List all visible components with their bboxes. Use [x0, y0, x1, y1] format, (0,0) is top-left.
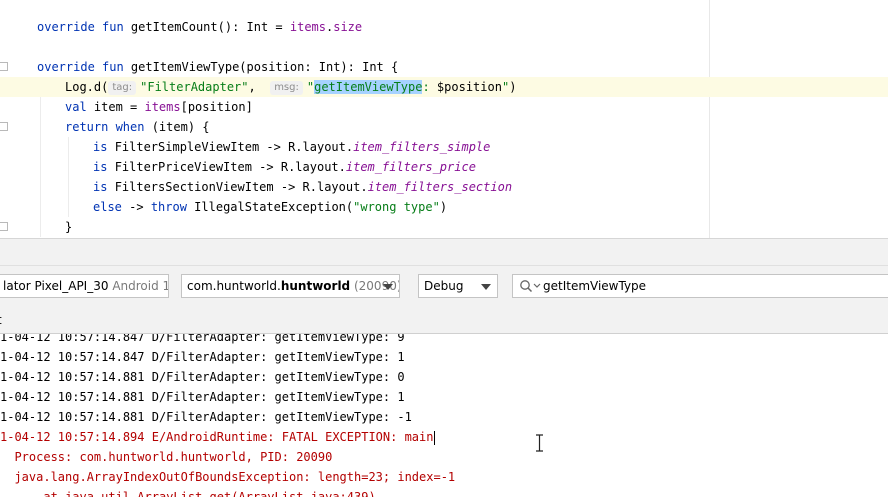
process-name: huntworld: [280, 279, 351, 293]
logcat-toolbar: lator Pixel_API_30 Android 1 com.huntwor…: [0, 266, 888, 306]
code-token: override fun: [37, 60, 131, 74]
code-token: items: [144, 100, 181, 114]
code-token: }: [65, 220, 73, 234]
code-token: override fun: [37, 20, 131, 34]
log-line-text: at java.util.ArrayList.get(ArrayList.jav…: [0, 490, 376, 497]
code-token: item_filters_section: [367, 180, 513, 194]
process-selector[interactable]: com.huntworld.huntworld (20090): [181, 274, 400, 298]
log-error-line: at java.util.ArrayList.get(ArrayList.jav…: [0, 487, 376, 497]
code-token: FilterSimpleViewItem -> R.layout.: [114, 140, 354, 154]
log-line: 1-04-12 10:57:14.847 D/FilterAdapter: ge…: [0, 334, 405, 347]
logcat-header: t: [0, 306, 888, 334]
parameter-hint: tag:: [108, 81, 137, 95]
chevron-down-icon: [383, 284, 393, 290]
log-line-text: 1-04-12 10:57:14.881 D/FilterAdapter: ge…: [0, 410, 412, 424]
log-level-value: Debug: [424, 279, 464, 293]
device-selector[interactable]: lator Pixel_API_30 Android 1: [0, 274, 169, 298]
code-editor[interactable]: override fun getItemCount(): Int = items…: [0, 0, 888, 238]
process-pid: (20090): [353, 279, 400, 293]
code-token: "wrong type": [353, 200, 440, 214]
code-token: return when: [65, 120, 152, 134]
code-token: FiltersSectionViewItem -> R.layout.: [114, 180, 368, 194]
code-token: ->: [129, 200, 151, 214]
log-line-text: 1-04-12 10:57:14.894 E/AndroidRuntime: F…: [0, 430, 434, 444]
code-token: getItemCount(): Int =: [130, 20, 290, 34]
code-token: FilterPriceViewItem -> R.layout.: [114, 160, 346, 174]
log-line: 1-04-12 10:57:14.881 D/FilterAdapter: ge…: [0, 367, 405, 387]
log-line-text: 1-04-12 10:57:14.847 D/FilterAdapter: ge…: [0, 350, 405, 364]
parameter-hint: msg:: [270, 81, 303, 95]
code-token: Log.d(: [65, 80, 109, 94]
code-token: [position]: [180, 100, 253, 114]
code-token: item_filters_price: [345, 160, 476, 174]
code-token: (item) {: [151, 120, 210, 134]
text-caret: [434, 430, 436, 445]
code-line: val item = items[position]: [0, 97, 888, 117]
log-error-line: Process: com.huntworld.huntworld, PID: 2…: [0, 447, 332, 467]
log-line-text: 1-04-12 10:57:14.881 D/FilterAdapter: ge…: [0, 370, 405, 384]
code-token: :: [422, 80, 437, 94]
code-line: is FilterSimpleViewItem -> R.layout.item…: [0, 137, 888, 157]
code-line: Log.d(tag: "FilterAdapter", msg: "getItemV…: [0, 77, 888, 97]
code-token: ": [306, 80, 315, 94]
device-name: lator Pixel_API_30: [3, 279, 109, 293]
search-value: getItemViewType: [543, 279, 647, 293]
code-line: else -> throw IllegalStateException("wro…: [0, 197, 888, 217]
chevron-down-icon: [481, 284, 491, 290]
code-token: is: [93, 160, 115, 174]
log-error-line: java.lang.ArrayIndexOutOfBoundsException…: [0, 467, 455, 487]
log-line: 1-04-12 10:57:14.847 D/FilterAdapter: ge…: [0, 347, 405, 367]
log-line-text: Process: com.huntworld.huntworld, PID: 2…: [0, 450, 333, 464]
log-line-text: java.lang.ArrayIndexOutOfBoundsException…: [0, 470, 456, 484]
code-line: return when (item) {: [0, 117, 888, 137]
code-token: is: [93, 180, 115, 194]
code-token: getItemViewType: [314, 80, 423, 94]
code-token: item =: [93, 100, 145, 114]
code-token: val: [65, 100, 94, 114]
code-token: getItemViewType(position: Int): Int {: [130, 60, 399, 74]
code-token: IllegalStateException(: [194, 200, 354, 214]
code-token: else: [93, 200, 130, 214]
code-token: items: [289, 20, 326, 34]
panel-splitter[interactable]: [0, 238, 888, 266]
code-line: override fun getItemViewType(position: I…: [0, 57, 888, 77]
log-line-text: 1-04-12 10:57:14.847 D/FilterAdapter: ge…: [0, 334, 405, 344]
log-line-text: 1-04-12 10:57:14.881 D/FilterAdapter: ge…: [0, 390, 405, 404]
log-line: 1-04-12 10:57:14.881 D/FilterAdapter: ge…: [0, 387, 405, 407]
logcat-header-label: t: [0, 313, 2, 327]
search-icon[interactable]: [519, 279, 541, 293]
device-detail: Android 1: [112, 279, 169, 293]
log-error-line: 1-04-12 10:57:14.894 E/AndroidRuntime: F…: [0, 427, 436, 447]
code-token: ,: [248, 80, 271, 94]
code-token: $position: [436, 80, 502, 94]
log-level-selector[interactable]: Debug: [418, 274, 498, 298]
code-token: ): [509, 80, 517, 94]
code-line: }: [0, 217, 888, 237]
code-token: is: [93, 140, 115, 154]
text-cursor-icon: [536, 434, 543, 452]
log-line: 1-04-12 10:57:14.881 D/FilterAdapter: ge…: [0, 407, 412, 427]
code-line: is FilterPriceViewItem -> R.layout.item_…: [0, 157, 888, 177]
code-line: override fun getItemCount(): Int = items…: [0, 17, 888, 37]
code-token: item_filters_simple: [353, 140, 491, 154]
process-prefix: com.huntworld.: [187, 279, 281, 293]
code-token: ): [439, 200, 448, 214]
code-line: is FiltersSectionViewItem -> R.layout.it…: [0, 177, 888, 197]
log-search-input[interactable]: getItemViewType: [512, 274, 888, 298]
logcat-output[interactable]: 1-04-12 10:57:14.847 D/FilterAdapter: ge…: [0, 334, 888, 497]
code-token: "FilterAdapter": [140, 80, 249, 94]
code-token: throw: [150, 200, 195, 214]
code-token: size: [333, 20, 363, 34]
